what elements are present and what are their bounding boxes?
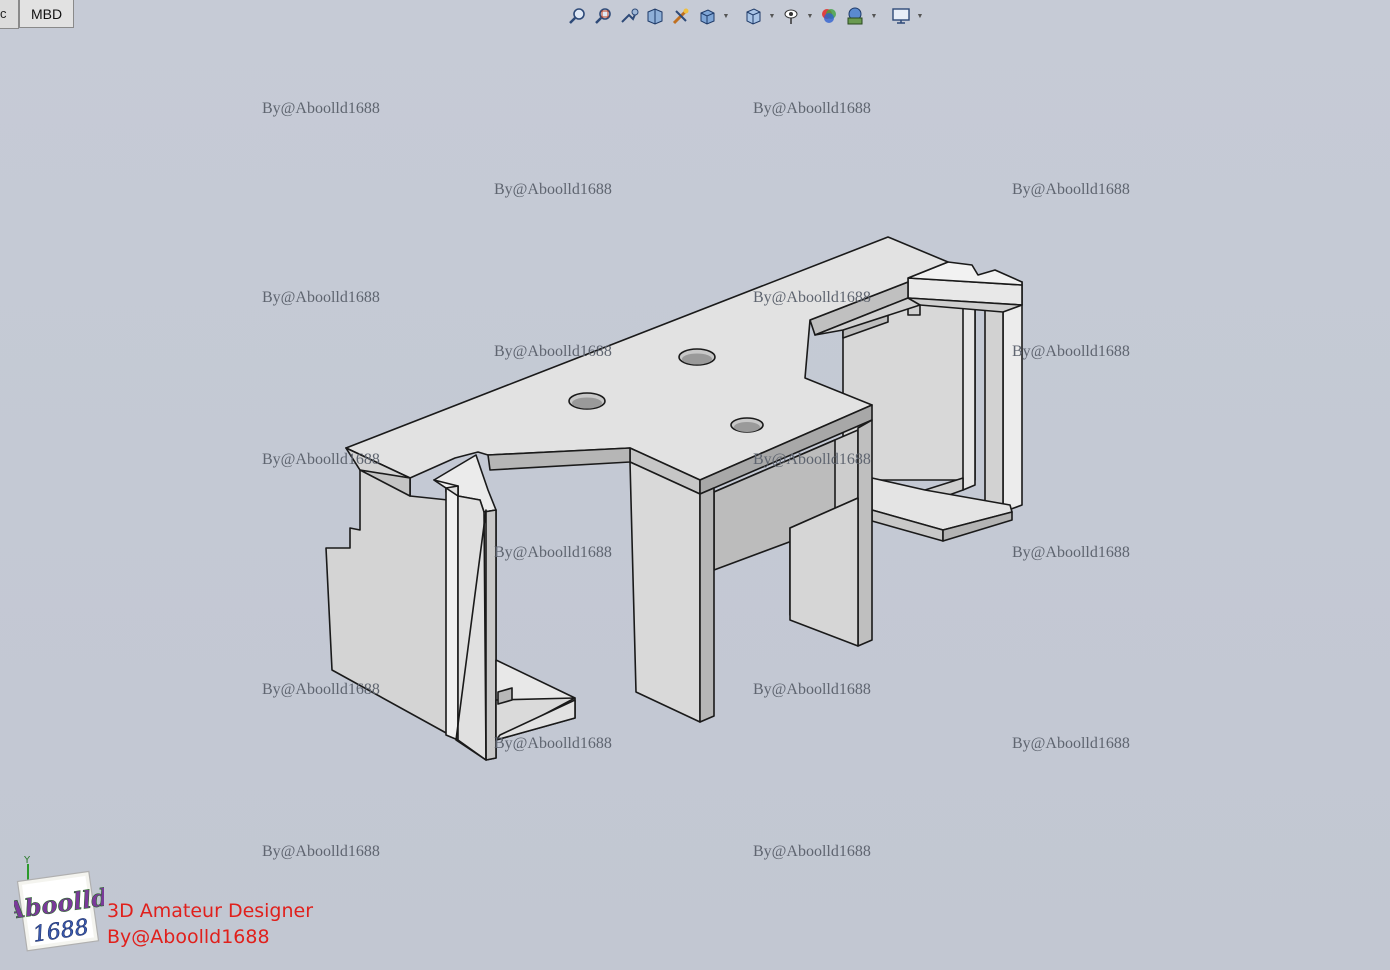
watermark-text: By@Aboolld1688 xyxy=(262,681,380,698)
watermark-text: By@Aboolld1688 xyxy=(494,343,612,360)
watermark-text: By@Aboolld1688 xyxy=(262,289,380,306)
graphics-viewport[interactable]: c MBD ▼ ▼ ▼ ▼ ▼ By@Aboolld1688 By@Abooll… xyxy=(0,0,1390,970)
3d-part-model[interactable] xyxy=(0,0,1390,970)
watermark-text: By@Aboolld1688 xyxy=(753,681,871,698)
watermark-text: By@Aboolld1688 xyxy=(262,843,380,860)
watermark-text: By@Aboolld1688 xyxy=(1012,544,1130,561)
watermark-text: By@Aboolld1688 xyxy=(753,451,871,468)
watermark-text: By@Aboolld1688 xyxy=(1012,343,1130,360)
watermark-text: By@Aboolld1688 xyxy=(753,843,871,860)
watermark-text: By@Aboolld1688 xyxy=(1012,735,1130,752)
watermark-text: By@Aboolld1688 xyxy=(1012,181,1130,198)
watermark-text: By@Aboolld1688 xyxy=(494,735,612,752)
watermark-text: By@Aboolld1688 xyxy=(262,100,380,117)
aboolld-logo: Aboolld 1688 xyxy=(14,870,104,952)
watermark-text: By@Aboolld1688 xyxy=(753,100,871,117)
watermark-text: By@Aboolld1688 xyxy=(494,181,612,198)
triad-y-label: Y xyxy=(23,855,31,866)
watermark-text: By@Aboolld1688 xyxy=(753,289,871,306)
caption-author: By@Aboolld1688 xyxy=(107,926,270,948)
watermark-text: By@Aboolld1688 xyxy=(494,544,612,561)
watermark-text: By@Aboolld1688 xyxy=(262,451,380,468)
caption-designer: 3D Amateur Designer xyxy=(107,900,314,922)
